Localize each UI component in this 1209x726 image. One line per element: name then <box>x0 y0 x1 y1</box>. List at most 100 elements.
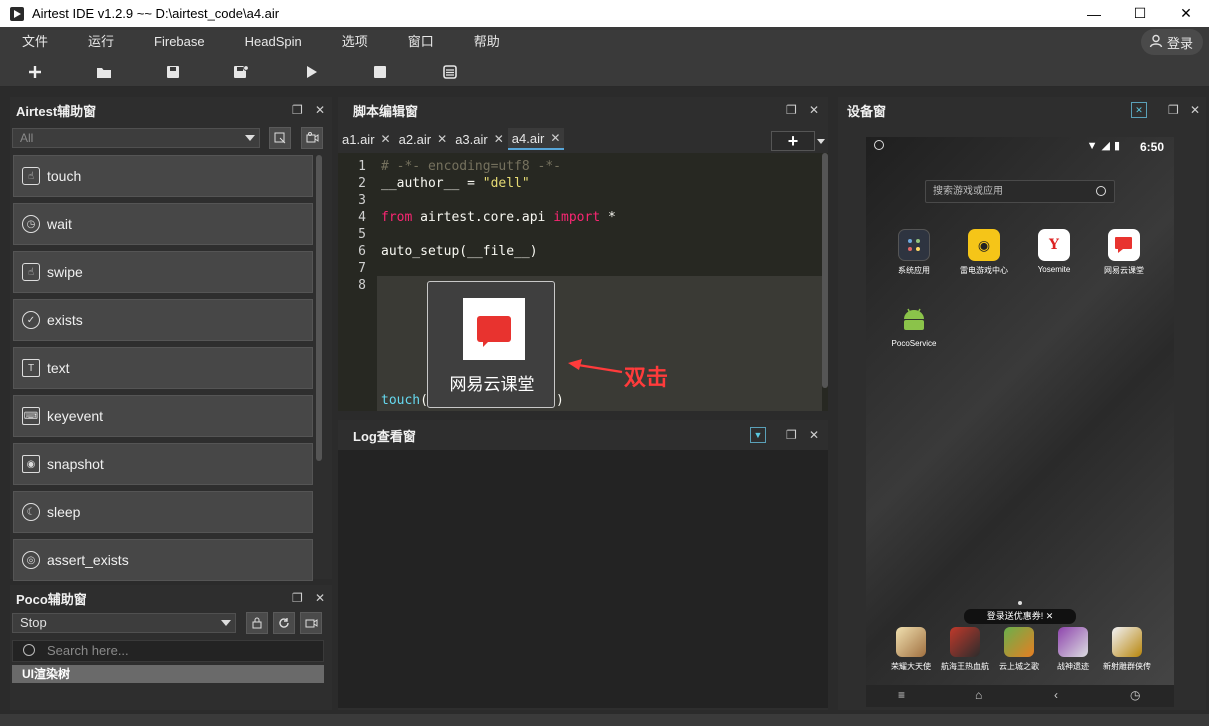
dock-app-3[interactable]: 云上城之歌 <box>992 627 1046 672</box>
ui-tree-root[interactable]: UI渲染树 <box>12 665 324 683</box>
folder-icon[interactable] <box>95 63 113 81</box>
tab-a4[interactable]: a4.air ✕ <box>507 128 565 150</box>
api-list: ☝ touch ◷ wait ☝ swipe ✓ exists T text ⌨… <box>13 155 313 587</box>
plus-icon[interactable] <box>26 63 44 81</box>
float-icon[interactable]: ❐ <box>786 428 797 442</box>
app-label: 荣耀大天使 <box>891 662 931 671</box>
api-list-scrollbar[interactable] <box>316 155 322 461</box>
stop-icon[interactable] <box>371 63 389 81</box>
api-sleep-button[interactable]: ☾ sleep <box>13 491 313 533</box>
api-wait-button[interactable]: ◷ wait <box>13 203 313 245</box>
api-text-button[interactable]: T text <box>13 347 313 389</box>
tools-icon[interactable]: ✕ <box>1131 102 1147 118</box>
play-icon[interactable] <box>303 63 321 81</box>
phone-search-bar[interactable]: 搜索游戏或应用 <box>925 180 1115 203</box>
api-filter-select[interactable]: All <box>12 128 260 148</box>
close-icon[interactable]: ✕ <box>315 103 325 117</box>
filter-icon[interactable]: ▼ <box>750 427 766 443</box>
refresh-icon[interactable] <box>273 612 295 634</box>
chevron-down-icon[interactable] <box>817 139 825 144</box>
close-icon[interactable]: ✕ <box>315 591 325 605</box>
close-icon[interactable]: ✕ <box>809 428 819 442</box>
tab-a3[interactable]: a3.air ✕ <box>451 128 508 150</box>
api-touch-button[interactable]: ☝ touch <box>13 155 313 197</box>
api-assert-exists-button[interactable]: ◎ assert_exists <box>13 539 313 581</box>
tab-a1[interactable]: a1.air ✕ <box>338 128 395 150</box>
menu-icon[interactable]: ≡ <box>898 688 905 702</box>
home-icon[interactable]: ⌂ <box>975 688 982 702</box>
save-as-icon[interactable] <box>232 63 250 81</box>
menu-headspin[interactable]: HeadSpin <box>225 27 322 57</box>
float-icon[interactable]: ❐ <box>292 591 303 605</box>
float-icon[interactable]: ❐ <box>786 103 797 117</box>
template-caption: 网易云课堂 <box>449 375 535 394</box>
login-button[interactable]: 登录 <box>1140 29 1203 55</box>
promo-banner[interactable]: 登录送优惠券! ✕ <box>964 609 1076 624</box>
dock-app-5[interactable]: 新射雕群侠传 <box>1100 627 1154 672</box>
api-label: keyevent <box>47 408 104 424</box>
app-yosemite[interactable]: Y Yosemite <box>1024 229 1084 274</box>
api-exists-button[interactable]: ✓ exists <box>13 299 313 341</box>
menu-run[interactable]: 运行 <box>68 27 134 57</box>
close-icon[interactable]: ✕ <box>437 132 447 146</box>
api-keyevent-button[interactable]: ⌨ keyevent <box>13 395 313 437</box>
menu-file[interactable]: 文件 <box>0 27 68 57</box>
poco-search-input[interactable]: Search here... <box>12 640 324 662</box>
code-token: from <box>381 210 413 225</box>
close-icon[interactable]: ✕ <box>494 132 504 146</box>
device-screen[interactable]: ▼◢▮ 6:50 搜索游戏或应用 系统应用 ◉ 雷电游戏中心 Y Yosemit… <box>866 137 1174 707</box>
menu-firebase[interactable]: Firebase <box>134 27 225 57</box>
line-number: 6 <box>358 244 366 259</box>
poco-panel-title: Poco辅助窗 <box>16 591 87 607</box>
screenshot-select-button[interactable] <box>269 127 291 149</box>
maximize-button[interactable]: ☐ <box>1117 0 1163 27</box>
close-icon[interactable]: ✕ <box>550 131 560 145</box>
record-icon[interactable] <box>300 612 322 634</box>
chevron-down-icon <box>221 620 231 626</box>
target-icon: ◎ <box>22 551 40 569</box>
save-icon[interactable] <box>164 63 182 81</box>
phone-nav-bar: ≡ ⌂ ‹ ◷ <box>866 685 1174 707</box>
app-pocoservice[interactable]: PocoService <box>884 303 944 348</box>
api-label: exists <box>47 312 83 328</box>
tab-a2[interactable]: a2.air ✕ <box>395 128 452 150</box>
editor-tabs: a1.air ✕ a2.air ✕ a3.air ✕ a4.air ✕ <box>338 128 828 150</box>
list-icon[interactable] <box>441 63 459 81</box>
tab-label: a4.air <box>511 130 545 146</box>
menu-help[interactable]: 帮助 <box>454 27 520 57</box>
app-netease-classroom[interactable]: 网易云课堂 <box>1094 229 1154 276</box>
device-panel-title: 设备窗 <box>847 103 887 119</box>
poco-mode-select[interactable]: Stop <box>12 613 236 633</box>
record-button[interactable] <box>301 127 323 149</box>
editor-scrollbar[interactable] <box>822 153 828 388</box>
code-token: __author__ = <box>381 176 483 191</box>
line-number: 2 <box>358 176 366 191</box>
dock-app-2[interactable]: 航海王热血航 <box>938 627 992 672</box>
close-icon[interactable]: ✕ <box>381 132 391 146</box>
line-number: 5 <box>358 227 366 242</box>
dock-app-4[interactable]: 战神遗迹 <box>1046 627 1100 672</box>
lock-icon[interactable] <box>246 612 268 634</box>
back-icon[interactable]: ‹ <box>1054 688 1058 702</box>
close-button[interactable]: ✕ <box>1163 0 1209 27</box>
log-output[interactable] <box>338 450 828 708</box>
page-indicator <box>1018 601 1022 605</box>
app-system[interactable]: 系统应用 <box>884 229 944 276</box>
app-ldgame-center[interactable]: ◉ 雷电游戏中心 <box>954 229 1014 276</box>
api-swipe-button[interactable]: ☝ swipe <box>13 251 313 293</box>
float-icon[interactable]: ❐ <box>292 103 303 117</box>
menu-window[interactable]: 窗口 <box>388 27 454 57</box>
minimize-button[interactable]: — <box>1071 0 1117 27</box>
grid-icon <box>898 229 930 261</box>
close-icon[interactable]: ✕ <box>1190 103 1200 117</box>
template-image[interactable]: 网易云课堂 <box>427 281 555 408</box>
new-tab-button[interactable]: + <box>771 131 815 151</box>
search-icon <box>23 644 35 656</box>
power-icon[interactable]: ◷ <box>1130 688 1140 702</box>
close-icon[interactable]: ✕ <box>809 103 819 117</box>
dock-app-1[interactable]: 荣耀大天使 <box>884 627 938 672</box>
api-snapshot-button[interactable]: ◉ snapshot <box>13 443 313 485</box>
menu-options[interactable]: 选项 <box>322 27 388 57</box>
annotation-label: 双击 <box>624 365 669 390</box>
float-icon[interactable]: ❐ <box>1168 103 1179 117</box>
